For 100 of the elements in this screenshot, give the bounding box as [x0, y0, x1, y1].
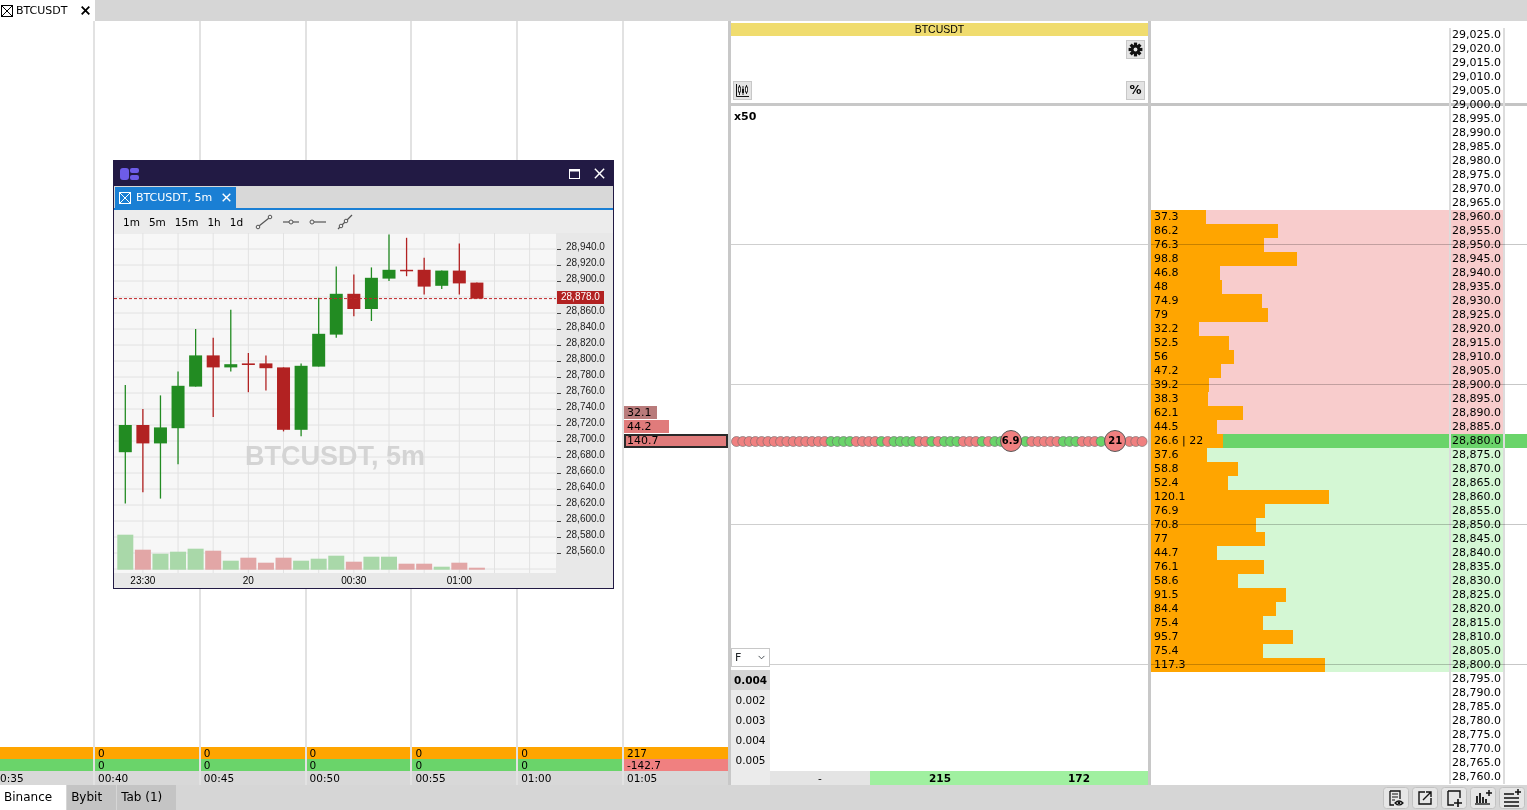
document-eye-icon[interactable]	[1383, 786, 1409, 809]
bar-chart-plus-icon[interactable]	[1470, 786, 1496, 809]
cluster-volume: 32.1	[626, 406, 652, 420]
ask-size: 47.2	[1153, 364, 1179, 377]
volume-cell: 0	[200, 747, 305, 759]
price-label: 28,785.0	[1449, 700, 1505, 714]
price-label: 29,005.0	[1449, 84, 1505, 98]
maximize-icon[interactable]	[569, 168, 580, 179]
bid-size: 84.4	[1153, 602, 1179, 615]
candle	[347, 273, 361, 317]
tick-size-item[interactable]: 0.004	[731, 730, 770, 750]
ask-size: 74.9	[1153, 294, 1179, 307]
exchange-tab[interactable]: Binance	[0, 785, 67, 810]
delta-cell: 0	[412, 759, 517, 771]
time-label: 00:45	[200, 771, 305, 785]
candle	[417, 257, 431, 296]
tick-size-item[interactable]: 0.002	[731, 690, 770, 710]
diagonal-line-icon[interactable]	[255, 213, 274, 230]
bid-size: 52.4	[1153, 476, 1179, 489]
timeframe-button[interactable]: 15m	[171, 213, 202, 230]
time-label: 00:55	[412, 771, 517, 785]
candle	[189, 328, 203, 388]
time-label: 00:40	[95, 771, 199, 785]
timeframe-button[interactable]: 5m	[145, 213, 169, 230]
candle	[259, 354, 273, 392]
bid-size: 37.6	[1153, 448, 1179, 461]
trade-dots	[1124, 435, 1148, 447]
trade-bubble: 6.9	[999, 430, 1022, 452]
candlestick-icon[interactable]	[733, 81, 752, 100]
ask-size: 44.5	[1153, 420, 1179, 433]
crossed-box-icon	[119, 191, 131, 204]
volume-cell: 0	[518, 747, 622, 759]
instrument-title: BTCUSDT	[731, 23, 1148, 36]
timeframe-button[interactable]: 1d	[226, 213, 247, 230]
document-tab[interactable]: BTCUSDT	[0, 0, 95, 21]
close-icon[interactable]	[81, 6, 90, 15]
price-label: 28,790.0	[1449, 686, 1505, 700]
delta-cell: -142.7	[624, 759, 728, 771]
exchange-tab[interactable]: Tab (1)	[117, 785, 177, 810]
price-label: 28,975.0	[1449, 168, 1505, 182]
total-cell: 172	[1010, 771, 1148, 785]
bid-size: 77	[1153, 532, 1168, 545]
bid-size: 117.3	[1153, 658, 1186, 671]
time-tick-label: 23:30	[130, 574, 156, 587]
scale-label: x50	[734, 110, 757, 123]
list-plus-icon[interactable]	[1499, 786, 1525, 809]
time-label: 00:50	[306, 771, 411, 785]
price-label: 28,765.0	[1449, 756, 1505, 770]
price-label: 29,010.0	[1449, 70, 1505, 84]
volume-cell: 217	[624, 747, 728, 759]
price-label: 28,995.0	[1449, 112, 1505, 126]
candle	[277, 366, 290, 433]
ask-size: 76.3	[1153, 238, 1179, 251]
timeframe-button[interactable]: 1h	[204, 213, 224, 230]
time-label: 0:35	[0, 771, 93, 785]
candle	[241, 352, 255, 393]
bid-size: 120.1	[1153, 490, 1186, 503]
popout-window-icon[interactable]	[1412, 786, 1438, 809]
ask-size: 62.1	[1153, 406, 1179, 419]
price-label: 28,780.0	[1449, 714, 1505, 728]
timeframe-button[interactable]: 1m	[120, 213, 143, 230]
candle	[312, 297, 326, 368]
percent-button[interactable]: %	[1126, 81, 1145, 100]
price-label: 28,775.0	[1449, 728, 1505, 742]
candle	[400, 237, 414, 277]
bid-size: 95.7	[1153, 630, 1179, 643]
chart-tab[interactable]: BTCUSDT, 5m	[115, 187, 236, 208]
price-label: 28,985.0	[1449, 140, 1505, 154]
app-logo-icon	[120, 165, 140, 182]
delta-cell: 0	[306, 759, 411, 771]
crossed-box-icon	[1, 4, 13, 17]
ask-size: 86.2	[1153, 224, 1179, 237]
ask-size: 48	[1153, 280, 1168, 293]
delta-cell: 0	[95, 759, 199, 771]
time-tick-label: 00:30	[341, 574, 367, 587]
delta-cell: 0	[200, 759, 305, 771]
ask-size: 56	[1153, 350, 1168, 363]
cluster-volume: 140.7	[626, 436, 659, 446]
diagonal-nodes-icon[interactable]	[336, 213, 355, 230]
ask-size: 52.5	[1153, 336, 1179, 349]
tick-size-item[interactable]: 0.004	[731, 670, 770, 690]
bid-size: 76.9	[1153, 504, 1179, 517]
ask-size: 32.2	[1153, 322, 1179, 335]
settings-icon[interactable]	[1126, 40, 1145, 59]
candle	[382, 233, 396, 282]
ask-size: 38.3	[1153, 392, 1179, 405]
bid-size: 44.7	[1153, 546, 1179, 559]
exchange-tab[interactable]: Bybit	[67, 785, 117, 810]
trade-bubble: 21	[1104, 430, 1127, 452]
page-plus-icon[interactable]	[1441, 786, 1467, 809]
time-tick-label: 01:00	[446, 574, 472, 587]
ask-size: 46.8	[1153, 266, 1179, 279]
tick-size-item[interactable]: 0.005	[731, 750, 770, 770]
delta-cell: 0	[518, 759, 622, 771]
tick-size-item[interactable]: 0.003	[731, 710, 770, 730]
bid-size: 75.4	[1153, 616, 1179, 629]
time-tick-label: 20	[242, 574, 254, 587]
price-label: 29,025.0	[1449, 28, 1505, 42]
time-label: 01:00	[518, 771, 622, 785]
filter-select[interactable]: F	[731, 648, 770, 667]
